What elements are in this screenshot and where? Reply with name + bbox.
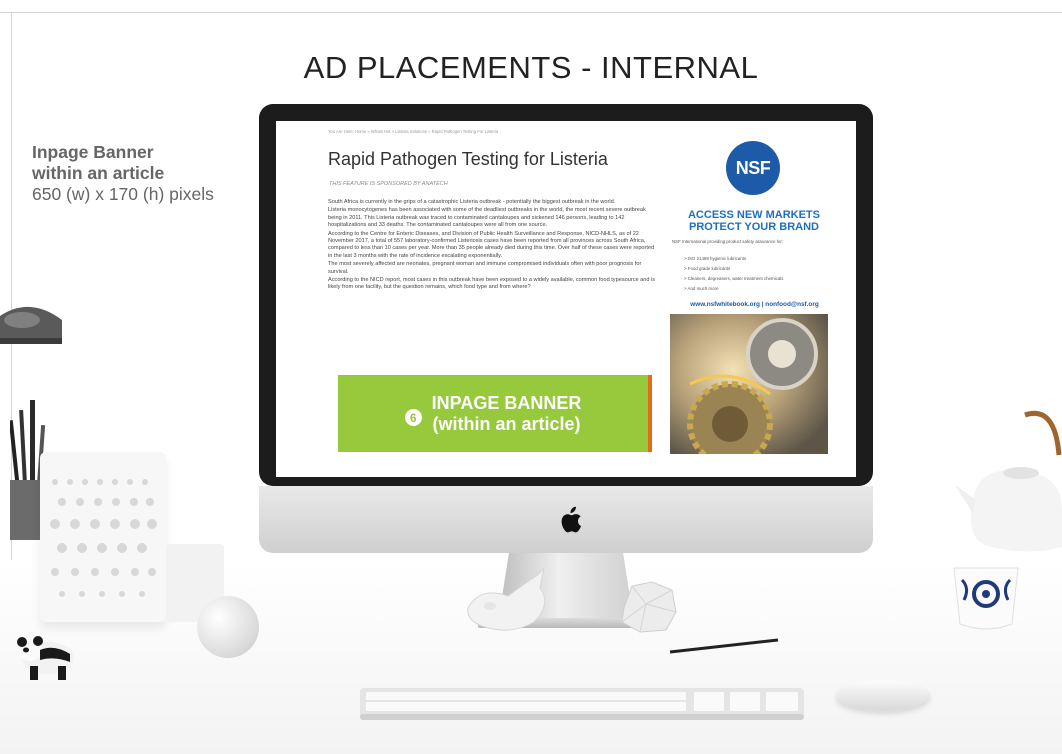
placement-number-badge: 6 (404, 409, 422, 426)
ad-headline: ACCESS NEW MARKETS PROTECT YOUR BRAND (674, 209, 834, 233)
article-paragraph: According to the NICD report, most cases… (328, 277, 656, 291)
ad-copy: NSF International providing product safe… (672, 239, 784, 244)
article-paragraph: According to the Centre for Enteric Dise… (328, 230, 655, 259)
ad-bullet: > Cleaners, degreasers, water treatment … (684, 276, 784, 281)
caption-line-1: Inpage Banner (32, 142, 154, 162)
desk-lamp-image (0, 306, 62, 344)
patterned-mug-image (953, 567, 1019, 630)
banner-label: INPAGE BANNER (within an article) (432, 393, 582, 435)
nsf-logo[interactable]: NSF (726, 141, 780, 195)
white-pen-cup-image (40, 452, 166, 622)
caption-dimensions: 650 (w) x 170 (h) pixels (32, 184, 214, 204)
frame-top-border (0, 12, 1062, 13)
panda-figurine-image (17, 636, 74, 680)
crumpled-paper-image (621, 581, 677, 633)
ad-headline-line-2: PROTECT YOUR BRAND (689, 221, 819, 233)
mouse-image (836, 680, 930, 710)
pencil-image (669, 638, 779, 654)
ad-bullet: > ISO 21469 hygienic lubricants (684, 256, 747, 261)
article-paragraph: The most severely affected are neonates,… (328, 261, 642, 275)
placement-caption: Inpage Banner within an article 650 (w) … (32, 142, 214, 205)
gear-machinery-ad-image[interactable] (670, 314, 828, 454)
bird-figurine-image (467, 567, 546, 631)
glass-ball-image (197, 596, 259, 658)
keyboard-image (360, 688, 804, 720)
article-body: South Africa is currently in the grips o… (328, 199, 656, 293)
ad-bullet: > And much more (684, 286, 719, 291)
slide-title: AD PLACEMENTS - INTERNAL (303, 50, 759, 85)
ad-headline-line-1: ACCESS NEW MARKETS (687, 209, 820, 221)
article-title: Rapid Pathogen Testing for Listeria (328, 149, 608, 169)
ad-bullet-list: > ISO 21469 hygienic lubricants > Food g… (684, 254, 839, 294)
caption-line-2: within an article (32, 163, 165, 183)
banner-label-line-1: INPAGE BANNER (431, 392, 582, 413)
apple-logo-icon (561, 506, 582, 533)
breadcrumb[interactable]: You Are Here: Home » Whats Hot » Listeri… (328, 129, 498, 134)
article-paragraph: Listeria monocytogenes has been associat… (328, 207, 646, 229)
monitor-screen: You Are Here: Home » Whats Hot » Listeri… (276, 121, 856, 477)
ad-bullet: > Food grade lubricants (684, 266, 731, 271)
ad-contact-links[interactable]: www.nsfwhitebook.org | nonfood@nsf.org (672, 301, 837, 308)
article-paragraph: South Africa is currently in the grips o… (328, 199, 616, 205)
inpage-banner-placeholder[interactable]: 6 INPAGE BANNER (within an article) (338, 375, 652, 452)
sponsor-note: THIS FEATURE IS SPONSORED BY ANATECH (329, 181, 448, 187)
teapot-image (955, 411, 1062, 552)
banner-label-line-2: (within an article) (432, 413, 581, 434)
